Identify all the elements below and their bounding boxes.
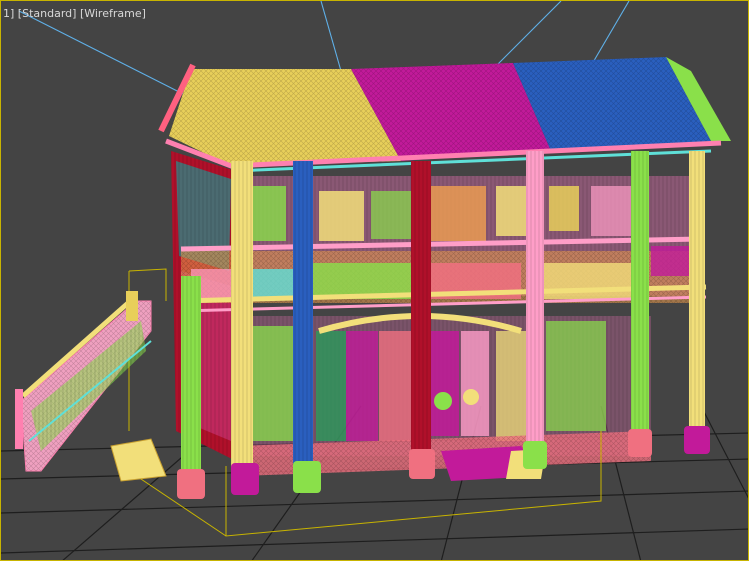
left-side-wall — [171, 151, 236, 461]
staircase — [15, 291, 167, 482]
viewport-render-mode-menu[interactable]: [Wireframe] — [80, 7, 146, 20]
wireframe-scene[interactable] — [1, 1, 749, 561]
upper-floor — [180, 176, 707, 313]
viewport-perspective[interactable]: 1] [Standard] [Wireframe] — [0, 0, 749, 561]
viewport-name-menu[interactable]: 1] — [3, 7, 14, 20]
viewport-shading-menu[interactable]: [Standard] — [18, 7, 77, 20]
viewport-label: 1] [Standard] [Wireframe] — [3, 7, 146, 20]
